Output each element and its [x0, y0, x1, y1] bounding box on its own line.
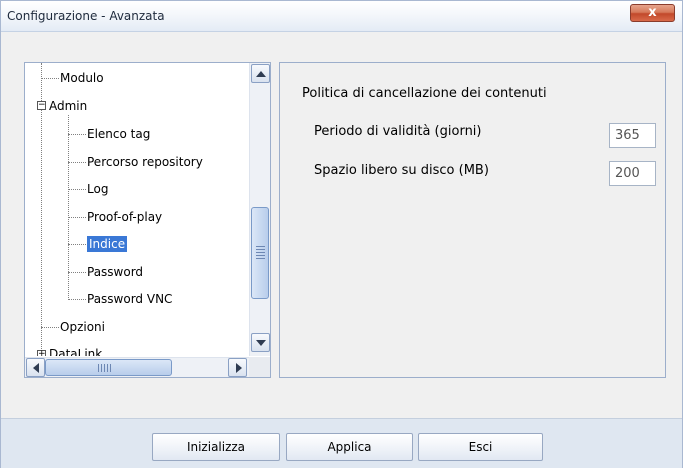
tree-item-password[interactable]: Password: [68, 263, 143, 281]
free-disk-space-input[interactable]: 200: [609, 161, 656, 186]
exit-button[interactable]: Esci: [418, 433, 543, 461]
vertical-scrollbar[interactable]: [249, 63, 270, 356]
tree-item-label: Opzioni: [60, 320, 105, 334]
title-bar[interactable]: Configurazione - Avanzata x: [1, 1, 682, 32]
tree-item-modulo[interactable]: Modulo: [41, 69, 104, 87]
tree-item-log[interactable]: Log: [68, 180, 108, 198]
tree-item-label: Percorso repository: [87, 155, 203, 169]
expand-icon[interactable]: +: [37, 350, 46, 356]
settings-detail-panel: Politica di cancellazione dei contenuti …: [279, 62, 666, 378]
tree-connector: [68, 299, 86, 300]
apply-button[interactable]: Applica: [286, 433, 413, 461]
tree-connector: [68, 272, 86, 273]
configuration-window: Configurazione - Avanzata x Modulo − Adm…: [0, 0, 683, 468]
arrow-up-icon: [256, 71, 266, 77]
tree-item-password-vnc[interactable]: Password VNC: [68, 290, 172, 308]
tree-item-proof-of-play[interactable]: Proof-of-play: [68, 208, 162, 226]
tree-item-label: Indice: [87, 236, 128, 252]
collapse-icon[interactable]: −: [37, 101, 46, 110]
tree-item-percorso-repository[interactable]: Percorso repository: [68, 153, 203, 171]
horizontal-scrollbar[interactable]: [25, 357, 249, 377]
tree-item-label: Elenco tag: [87, 127, 151, 141]
grip-icon: [256, 246, 265, 260]
arrow-left-icon: [33, 363, 39, 373]
tree-connector: [41, 327, 59, 328]
tree-item-label: Modulo: [60, 71, 104, 85]
close-icon: x: [648, 5, 657, 20]
tree-item-label: DataLink: [49, 347, 103, 356]
button-bar: Inizializza Applica Esci: [1, 418, 682, 468]
settings-tree: Modulo − Admin Elenco tag Percorso repos…: [25, 63, 248, 356]
scroll-down-button[interactable]: [251, 333, 270, 352]
tree-connector: [68, 162, 86, 163]
tree-item-admin[interactable]: Admin: [49, 97, 87, 115]
tree-connector: [41, 78, 59, 79]
tree-item-label: Password: [87, 265, 144, 279]
tree-item-label: Log: [87, 182, 109, 196]
close-button[interactable]: x: [630, 4, 675, 22]
tree-connector: [68, 217, 86, 218]
tree-item-elenco-tag[interactable]: Elenco tag: [68, 125, 150, 143]
free-disk-space-label: Spazio libero su disco (MB): [314, 163, 489, 178]
vertical-scroll-thumb[interactable]: [251, 207, 269, 299]
tree-item-opzioni[interactable]: Opzioni: [41, 318, 105, 336]
scroll-left-button[interactable]: [26, 358, 45, 377]
tree-item-label: Proof-of-play: [87, 210, 163, 224]
tree-connector: [68, 244, 86, 245]
scrollbar-corner: [249, 357, 270, 377]
grip-icon: [98, 364, 112, 372]
validity-period-label: Periodo di validità (giorni): [314, 124, 482, 139]
tree-connector: [68, 189, 86, 190]
arrow-down-icon: [256, 340, 266, 346]
arrow-right-icon: [236, 363, 242, 373]
scroll-up-button[interactable]: [251, 64, 270, 83]
reset-button[interactable]: Inizializza: [152, 433, 280, 461]
section-title: Politica di cancellazione dei contenuti: [302, 86, 547, 101]
tree-item-indice[interactable]: Indice: [68, 235, 128, 253]
tree-item-datalink[interactable]: DataLink: [49, 345, 102, 356]
validity-period-input[interactable]: 365: [609, 123, 656, 148]
scroll-right-button[interactable]: [228, 358, 247, 377]
horizontal-scroll-thumb[interactable]: [45, 359, 172, 376]
tree-item-label: Admin: [49, 99, 88, 113]
window-title: Configurazione - Avanzata: [7, 9, 165, 23]
settings-tree-panel: Modulo − Admin Elenco tag Percorso repos…: [24, 62, 271, 378]
tree-item-label: Password VNC: [87, 292, 173, 306]
tree-connector: [68, 134, 86, 135]
